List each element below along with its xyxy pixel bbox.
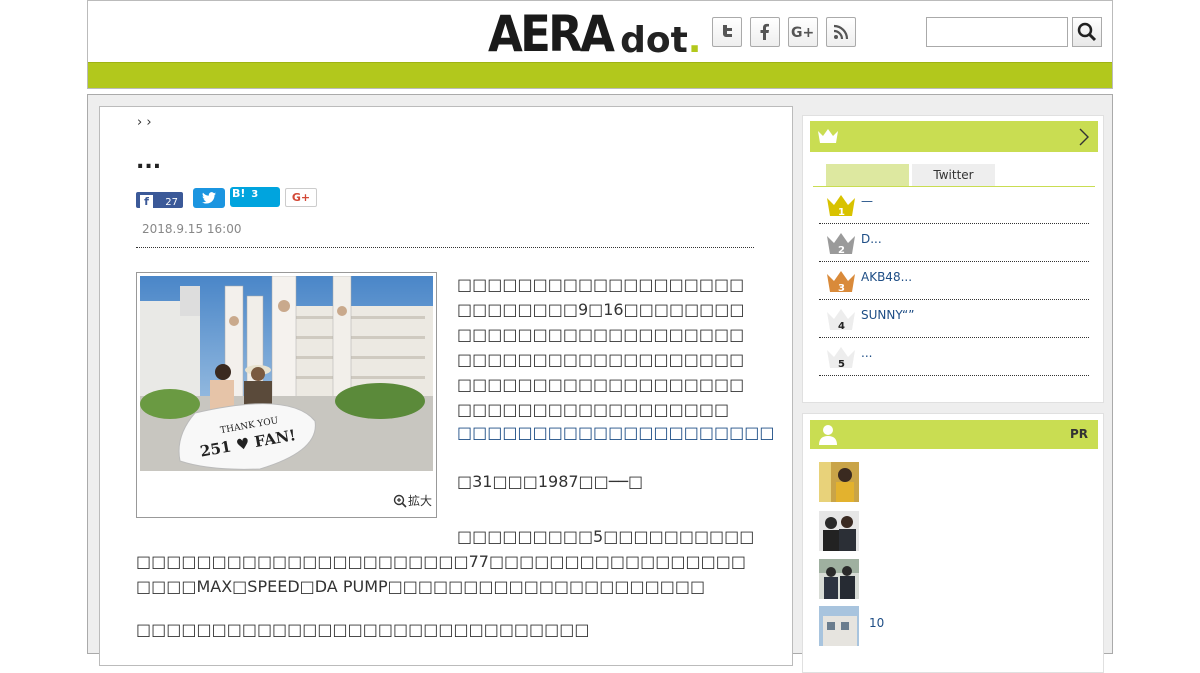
pr-thumbnail[interactable]: [819, 559, 859, 599]
pr-widget: PR 10: [802, 413, 1104, 673]
facebook-icon: f: [140, 195, 153, 208]
article-date: 2018.9.15 16:00: [142, 222, 242, 236]
facebook-share-count: 27: [165, 197, 178, 208]
pr-thumbnail[interactable]: [819, 606, 859, 646]
rank-2-crown-icon: 2: [827, 233, 855, 256]
search-input[interactable]: [926, 17, 1068, 47]
svg-text:1: 1: [838, 207, 845, 218]
facebook-icon[interactable]: [750, 17, 780, 47]
search-button[interactable]: [1072, 17, 1102, 47]
pr-thumbnail[interactable]: [819, 511, 859, 551]
rank-3-crown-icon: 3: [827, 271, 855, 294]
ranking-item[interactable]: 2 D...: [819, 224, 1089, 262]
divider: [136, 247, 754, 248]
article-paragraph: □□□□□□□□□□□□□□□□□□□□□□□□□□□9□16□□□□□□□□□…: [457, 275, 745, 419]
tab-twitter-ranking[interactable]: Twitter: [912, 164, 995, 186]
twitter-icon[interactable]: [712, 17, 742, 47]
google-plus-share-button[interactable]: G+: [285, 188, 317, 207]
ranking-widget: Twitter 1 — 2 D... 3 AKB48... 4 SUNNY“” …: [802, 115, 1104, 403]
pr-thumbnail[interactable]: [819, 462, 859, 502]
hatena-bookmark-button[interactable]: B! 3: [230, 187, 280, 207]
breadcrumb[interactable]: › ›: [137, 115, 152, 130]
hatena-bookmark-count: 3: [251, 189, 259, 200]
pr-item-text[interactable]: 10: [869, 616, 884, 630]
site-logo[interactable]: AERA dot.: [488, 7, 701, 59]
logo-aera-text: AERA: [488, 5, 615, 63]
svg-text:5: 5: [838, 359, 845, 370]
ranking-item[interactable]: 3 AKB48...: [819, 262, 1089, 300]
tab-access-ranking[interactable]: [826, 164, 909, 186]
twitter-bird-icon: [202, 192, 216, 204]
article-subheading: □31□□□1987□□──□: [457, 472, 644, 491]
ranking-item-title: ...: [861, 346, 873, 360]
zoom-in-icon: [393, 494, 407, 508]
site-header: AERA dot. G+: [87, 0, 1113, 89]
crown-icon: [818, 129, 838, 143]
related-article-link[interactable]: □□□□□□□□□□□□□□□□□□□□□: [457, 423, 774, 442]
svg-text:G+: G+: [791, 25, 814, 41]
rank-1-crown-icon: 1: [827, 195, 855, 218]
pr-header: PR: [810, 420, 1098, 449]
search-icon: [1077, 22, 1097, 42]
svg-text:2: 2: [838, 245, 845, 256]
ranking-item-title: SUNNY“”: [861, 308, 915, 322]
svg-text:3: 3: [838, 283, 845, 294]
ranking-item[interactable]: 4 SUNNY“”: [819, 300, 1089, 338]
ranking-item[interactable]: 1 —: [819, 186, 1089, 224]
rank-5-crown-icon: 5: [827, 347, 855, 370]
ranking-item-title: AKB48...: [861, 270, 913, 284]
svg-text:4: 4: [838, 321, 845, 332]
article: › › ... f 27 B! 3 G+ 2018.9.15 16:00 THA…: [99, 106, 793, 666]
article-title: ...: [136, 149, 162, 174]
person-icon: [819, 425, 837, 445]
ranking-item-title: D...: [861, 232, 882, 246]
ranking-item-title: —: [861, 194, 873, 208]
rss-icon[interactable]: [826, 17, 856, 47]
pr-label: PR: [1069, 427, 1088, 441]
logo-dot-text: dot.: [620, 20, 702, 61]
content-wrapper: › › ... f 27 B! 3 G+ 2018.9.15 16:00 THA…: [87, 94, 1113, 673]
article-photo[interactable]: THANK YOU 251 ♥ FAN! 拡大: [136, 272, 437, 518]
google-plus-icon[interactable]: G+: [788, 17, 818, 47]
rank-4-crown-icon: 4: [827, 309, 855, 332]
nav-bar: [88, 62, 1112, 88]
ranking-header[interactable]: [810, 121, 1098, 152]
ranking-item[interactable]: 5 ...: [819, 338, 1089, 376]
chevron-right-icon[interactable]: [1078, 127, 1090, 147]
zoom-label: 拡大: [407, 494, 432, 508]
zoom-button[interactable]: 拡大: [393, 492, 432, 509]
facebook-share-button[interactable]: f 27: [136, 192, 183, 208]
twitter-share-button[interactable]: [193, 188, 225, 208]
hatena-bookmark-icon: B!: [232, 187, 246, 200]
article-paragraph: □□□□□□□□□5□□□□□□□□□□□□□□□□□□□□□□□□□□□□□□…: [136, 527, 755, 596]
photo-image: THANK YOU 251 ♥ FAN!: [140, 276, 433, 471]
